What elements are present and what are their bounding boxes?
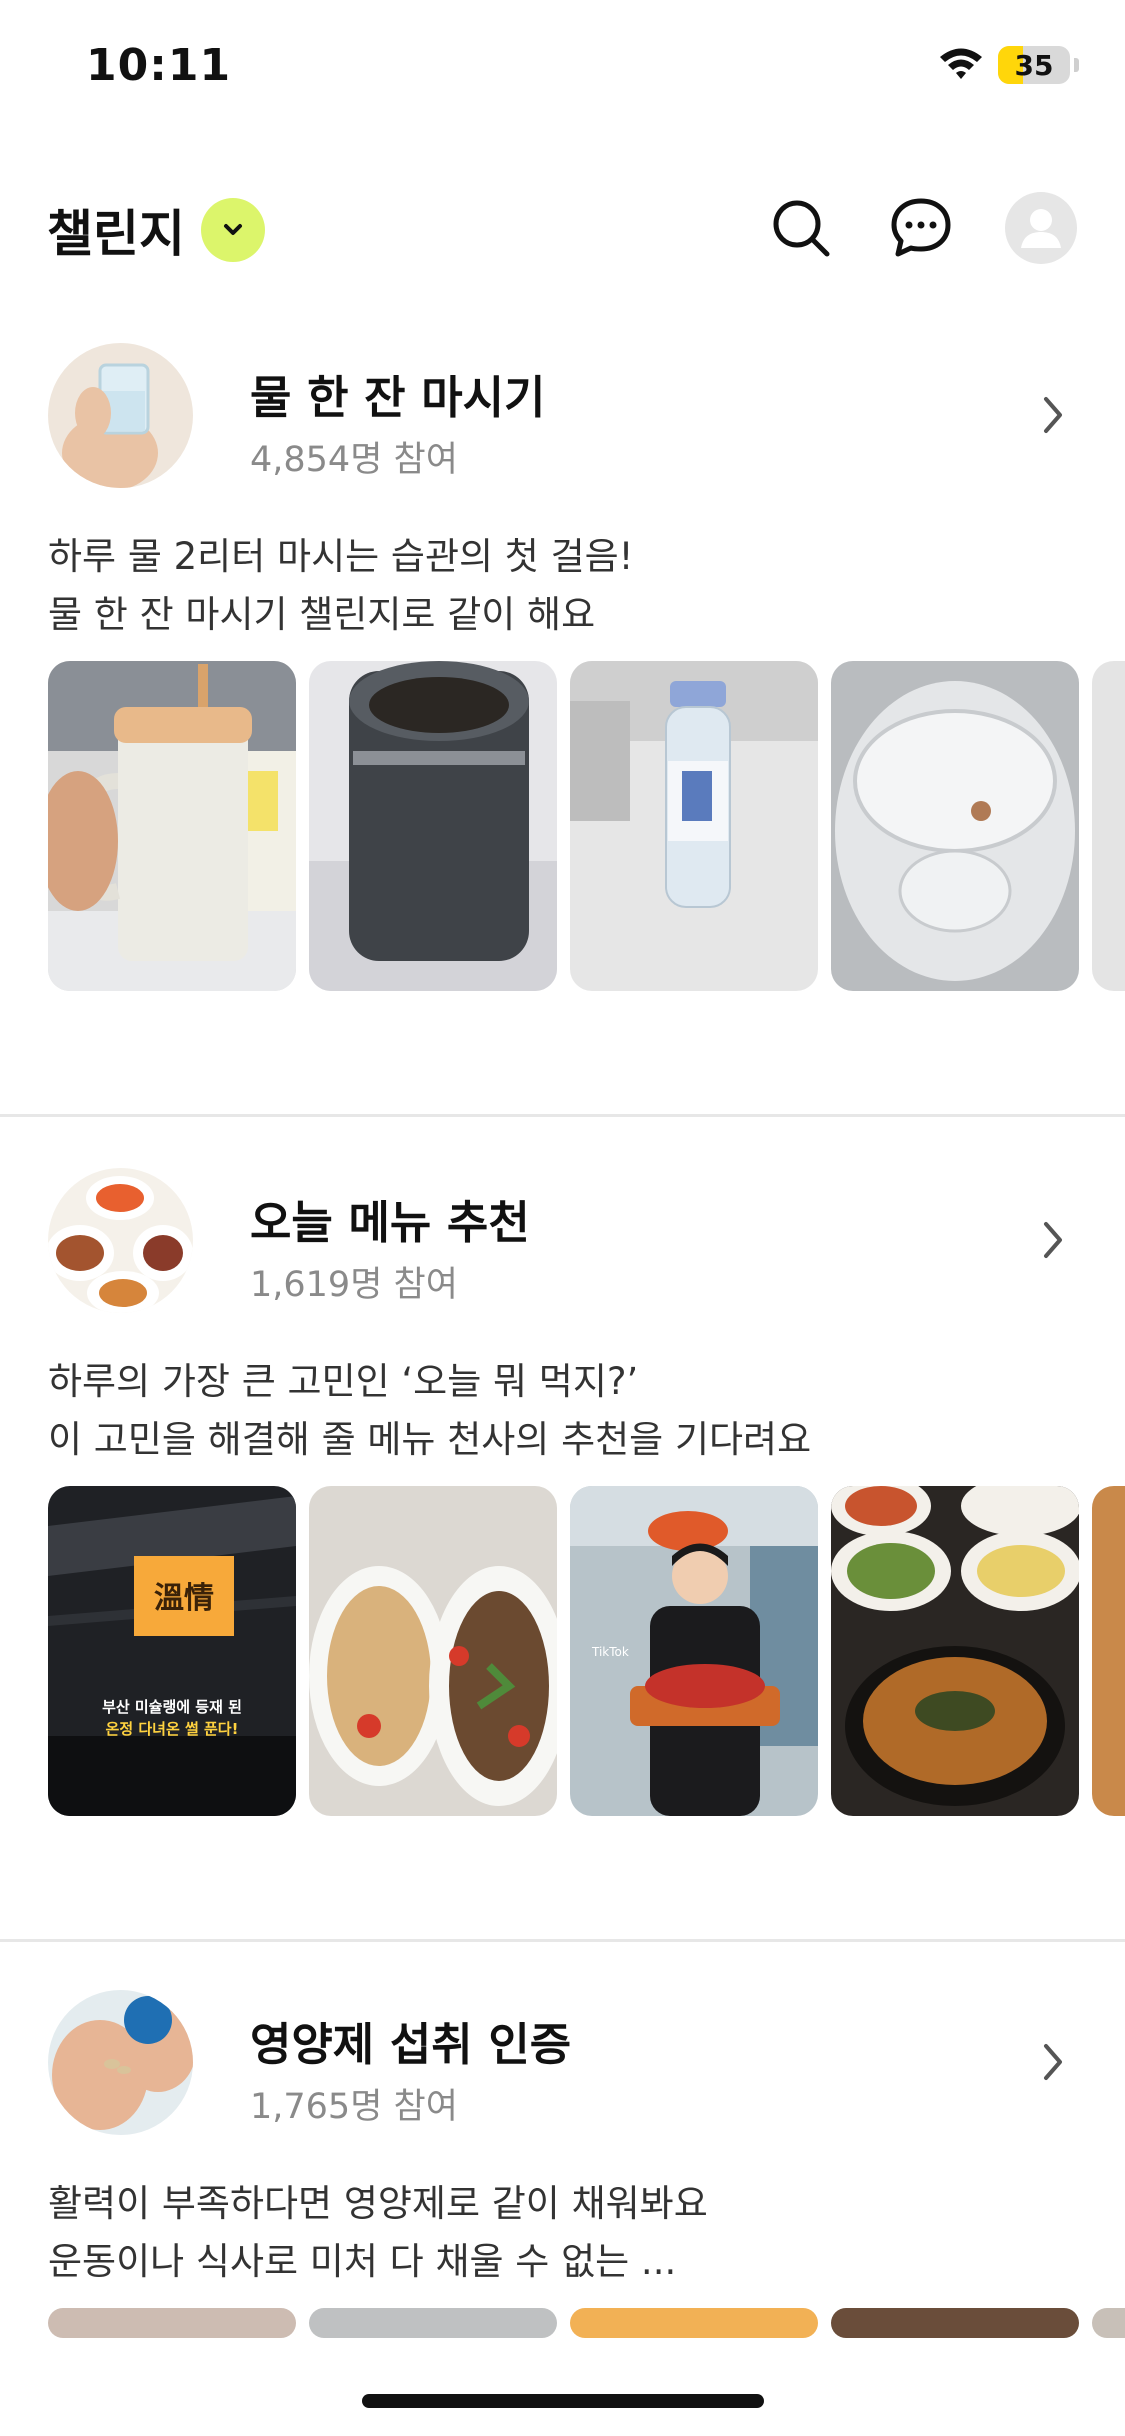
challenge-thumbnail bbox=[48, 1990, 193, 2135]
section-divider bbox=[0, 1114, 1125, 1117]
sign-text: 溫情 bbox=[154, 1581, 214, 1616]
challenge-category-dropdown[interactable]: 챌린지 bbox=[47, 194, 265, 266]
description-line: 활력이 부족하다면 영양제로 같이 채워봐요 bbox=[48, 2182, 708, 2225]
section-divider bbox=[0, 1939, 1125, 1942]
challenge-header[interactable]: 오늘 메뉴 추천 1,619명 참여 bbox=[48, 1168, 1078, 1318]
challenge-photo[interactable] bbox=[831, 661, 1079, 991]
challenge-photo[interactable] bbox=[309, 661, 557, 991]
challenge-photo[interactable] bbox=[1092, 1486, 1125, 1816]
challenge-card: 오늘 메뉴 추천 1,619명 참여 하루의 가장 큰 고민인 ‘오늘 뭐 먹지… bbox=[0, 1168, 1125, 1828]
participant-count: 4,854명 참여 bbox=[250, 440, 458, 480]
challenge-photo[interactable]: 溫情 부산 미슐랭에 등재 된 온정 다녀온 썰 푼다! bbox=[48, 1486, 296, 1816]
challenge-photo[interactable]: TikTok bbox=[570, 1486, 818, 1816]
photo-strip[interactable] bbox=[48, 661, 1125, 991]
challenge-photo[interactable] bbox=[1092, 2308, 1125, 2338]
wifi-icon bbox=[938, 46, 984, 84]
photo-caption: 온정 다녀온 썰 푼다! bbox=[106, 1720, 239, 1738]
challenge-photo[interactable] bbox=[831, 2308, 1079, 2338]
participant-count: 1,765명 참여 bbox=[250, 2087, 458, 2127]
header-actions bbox=[765, 192, 1077, 264]
challenge-thumbnail bbox=[48, 1168, 193, 1313]
chevron-right-icon[interactable] bbox=[1028, 385, 1078, 445]
challenge-header[interactable]: 영양제 섭취 인증 1,765명 참여 bbox=[48, 1990, 1078, 2140]
page-title: 챌린지 bbox=[47, 205, 185, 263]
description-line: 물 한 잔 마시기 챌린지로 같이 해요 bbox=[48, 593, 596, 636]
challenge-description: 하루의 가장 큰 고민인 ‘오늘 뭐 먹지?’ 이 고민을 해결해 줄 메뉴 천… bbox=[48, 1353, 811, 1469]
challenge-photo[interactable] bbox=[1092, 661, 1125, 991]
challenge-description: 활력이 부족하다면 영양제로 같이 채워봐요 운동이나 식사로 미처 다 채울 … bbox=[48, 2175, 708, 2291]
challenge-description: 하루 물 2리터 마시는 습관의 첫 걸음! 물 한 잔 마시기 챌린지로 같이… bbox=[48, 528, 634, 644]
challenge-card: 영양제 섭취 인증 1,765명 참여 활력이 부족하다면 영양제로 같이 채워… bbox=[0, 1990, 1125, 2338]
challenge-photo[interactable] bbox=[48, 661, 296, 991]
participant-count: 1,619명 참여 bbox=[250, 1265, 458, 1305]
challenge-thumbnail bbox=[48, 343, 193, 488]
battery-icon: 35 bbox=[998, 46, 1070, 84]
status-bar: 10:11 35 bbox=[0, 0, 1125, 130]
description-line: 하루의 가장 큰 고민인 ‘오늘 뭐 먹지?’ bbox=[48, 1360, 639, 1403]
chevron-right-icon[interactable] bbox=[1028, 2032, 1078, 2092]
challenge-photo[interactable] bbox=[570, 2308, 818, 2338]
status-time: 10:11 bbox=[86, 40, 232, 91]
description-line: 이 고민을 해결해 줄 메뉴 천사의 추천을 기다려요 bbox=[48, 1418, 812, 1461]
challenge-header[interactable]: 물 한 잔 마시기 4,854명 참여 bbox=[48, 343, 1078, 493]
photo-strip[interactable]: 溫情 부산 미슐랭에 등재 된 온정 다녀온 썰 푼다! TikTok bbox=[48, 1486, 1125, 1816]
photo-strip[interactable] bbox=[48, 2308, 1125, 2338]
photo-caption: TikTok bbox=[591, 1645, 629, 1659]
description-line: 운동이나 식사로 미처 다 채울 수 없는 ... bbox=[48, 2240, 677, 2283]
challenge-photo[interactable] bbox=[309, 1486, 557, 1816]
status-icons: 35 bbox=[938, 46, 1079, 84]
battery-cap bbox=[1074, 58, 1079, 72]
chevron-down-icon[interactable] bbox=[201, 198, 265, 262]
challenge-title: 영양제 섭취 인증 bbox=[250, 2018, 572, 2071]
top-bar: 챌린지 bbox=[0, 180, 1125, 280]
challenge-card: 물 한 잔 마시기 4,854명 참여 하루 물 2리터 마시는 습관의 첫 걸… bbox=[0, 343, 1125, 1003]
battery-percent: 35 bbox=[1014, 48, 1054, 82]
chat-icon[interactable] bbox=[885, 192, 957, 264]
description-line: 하루 물 2리터 마시는 습관의 첫 걸음! bbox=[48, 535, 634, 578]
challenge-photo[interactable] bbox=[831, 1486, 1079, 1816]
challenge-photo[interactable] bbox=[309, 2308, 557, 2338]
challenge-title: 오늘 메뉴 추천 bbox=[250, 1196, 530, 1249]
search-icon[interactable] bbox=[765, 192, 837, 264]
challenge-photo[interactable] bbox=[48, 2308, 296, 2338]
challenge-photo[interactable] bbox=[570, 661, 818, 991]
chevron-right-icon[interactable] bbox=[1028, 1210, 1078, 1270]
home-indicator bbox=[362, 2394, 764, 2408]
profile-icon[interactable] bbox=[1005, 192, 1077, 264]
photo-caption: 부산 미슐랭에 등재 된 bbox=[102, 1698, 242, 1716]
challenge-title: 물 한 잔 마시기 bbox=[250, 371, 546, 424]
